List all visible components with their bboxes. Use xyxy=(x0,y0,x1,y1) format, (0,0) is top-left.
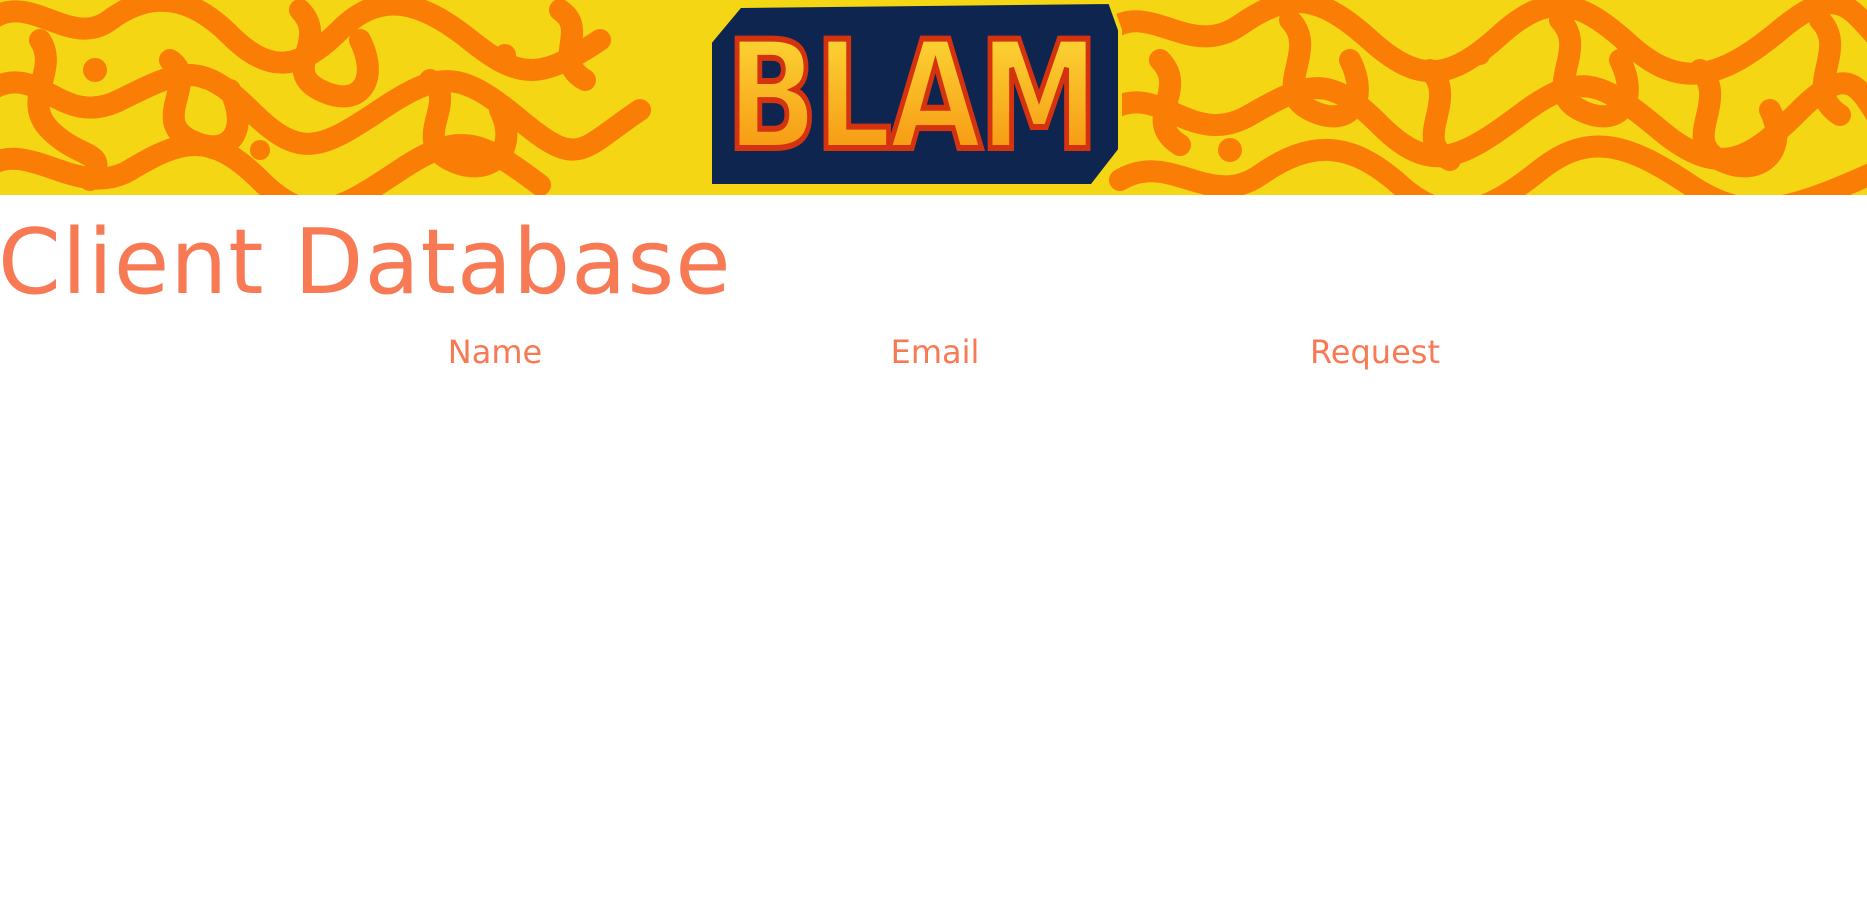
client-table-header: Name Email Request xyxy=(0,328,1867,376)
column-header-email: Email xyxy=(890,333,980,371)
blam-logo: BLAM xyxy=(708,0,1122,188)
column-header-name: Name xyxy=(447,333,543,371)
header-banner: BLAM xyxy=(0,0,1867,195)
svg-text:BLAM: BLAM xyxy=(726,10,1096,184)
page-title: Client Database xyxy=(0,210,732,315)
column-header-request: Request xyxy=(1310,333,1440,371)
